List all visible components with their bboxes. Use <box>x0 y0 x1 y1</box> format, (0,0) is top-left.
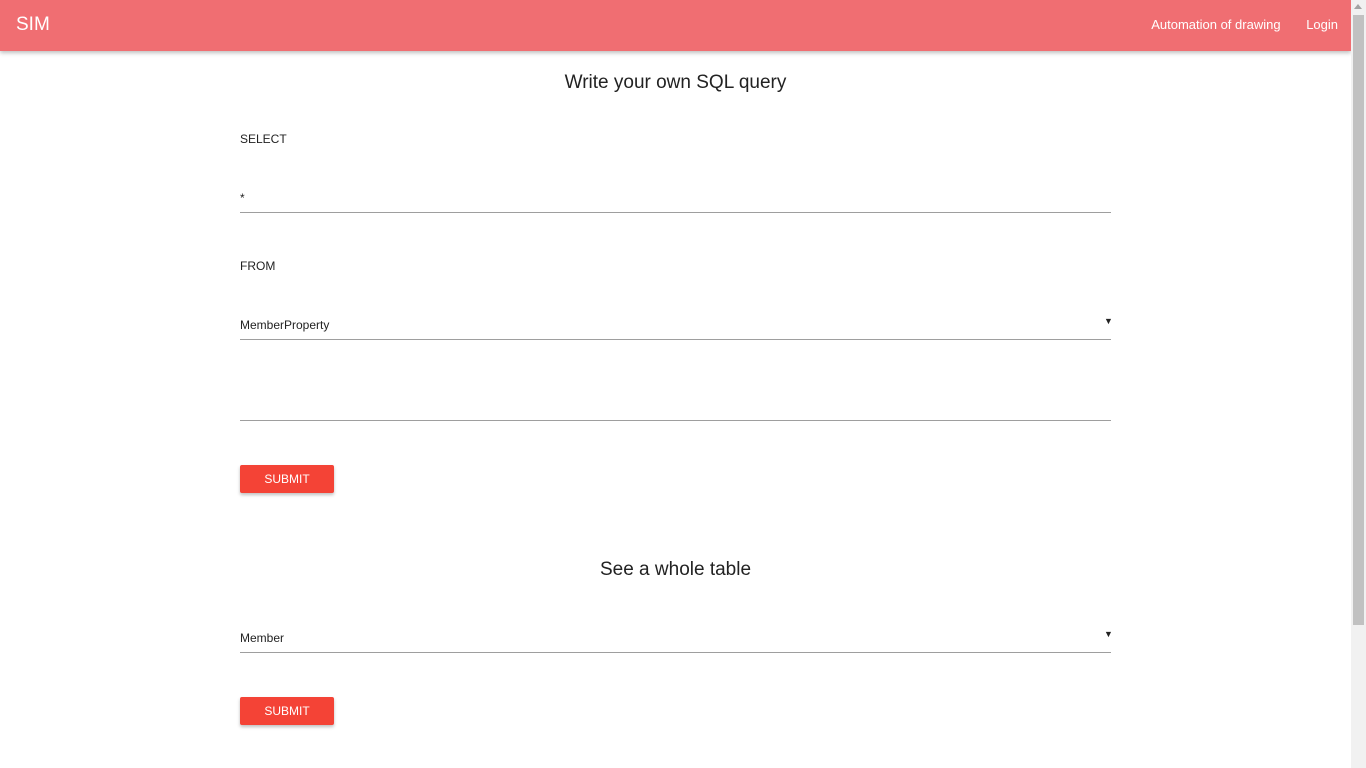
select-label: SELECT <box>240 132 287 146</box>
scrollbar[interactable] <box>1351 0 1366 768</box>
query-submit-button[interactable]: SUBMIT <box>240 465 334 493</box>
dropdown-caret-icon: ▼ <box>1104 316 1113 326</box>
query-title: Write your own SQL query <box>564 72 787 93</box>
nav-link-automation-of-drawing[interactable]: Automation of drawing <box>1151 17 1280 32</box>
table-submit-button[interactable]: SUBMIT <box>240 697 334 725</box>
from-select[interactable]: MemberProperty <box>240 310 1111 340</box>
brand-logo[interactable]: SIM <box>16 14 50 36</box>
select-input[interactable] <box>240 184 1111 213</box>
query-extra-input[interactable] <box>240 380 1111 421</box>
nav-links: Automation of drawing Login <box>1129 17 1338 32</box>
dropdown-caret-icon: ▼ <box>1104 629 1113 639</box>
nav-link-login[interactable]: Login <box>1306 17 1338 32</box>
table-select[interactable]: Member <box>240 623 1111 653</box>
from-label: FROM <box>240 259 276 273</box>
scrollbar-thumb[interactable] <box>1353 15 1364 625</box>
table-title: See a whole table <box>599 559 752 580</box>
scroll-up-icon[interactable] <box>1354 4 1362 9</box>
navbar: SIM Automation of drawing Login <box>0 0 1351 51</box>
